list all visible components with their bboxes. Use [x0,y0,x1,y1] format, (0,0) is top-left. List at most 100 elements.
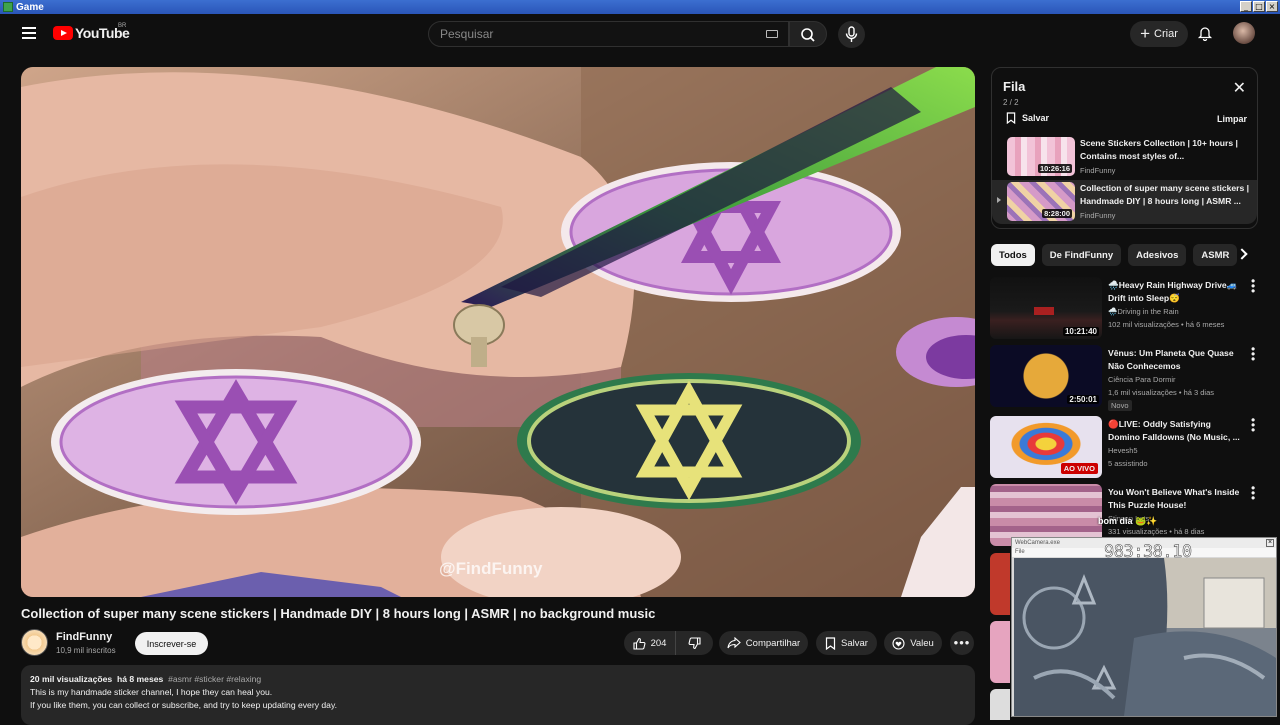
channel-subscribers: 10,9 mil inscritos [56,646,116,655]
recommendation-item[interactable]: AO VIVO 🔴LIVE: Oddly Satisfying Domino F… [990,414,1280,482]
queue-save-button[interactable]: Salvar [1006,112,1049,124]
share-icon [727,637,741,649]
queue-thumbnail: 8:28:00 [1007,182,1075,221]
chip-asmr[interactable]: ASMR [1193,244,1238,266]
search-button[interactable] [789,21,827,47]
description-line-2: If you like them, you can collect or sub… [30,700,337,710]
queue-title: Fila [1003,79,1026,94]
queue-thumbnail: 10:26:16 [1007,137,1075,176]
more-vertical-icon[interactable]: • • • [1251,275,1255,297]
country-code: BR [118,23,127,29]
view-count: 20 mil visualizações [30,674,113,684]
webcam-window: WebCamera.exe × File 983:38.10 [1011,537,1277,717]
share-button[interactable]: Compartilhar [719,631,808,655]
chip-stickers[interactable]: Adesivos [1128,244,1187,266]
bookmark-icon [1006,112,1016,124]
recommendation-meta: 102 mil visualizações • há 6 meses [1108,320,1225,329]
search-input[interactable]: Pesquisar [428,21,789,47]
channel-name[interactable]: FindFunny [56,631,112,643]
menu-icon[interactable] [22,27,36,39]
plus-icon: + [1140,24,1151,43]
thumbs-up-icon [633,637,646,650]
create-label: Criar [1154,28,1178,40]
minimize-button[interactable]: _ [1240,1,1252,12]
microphone-icon [845,26,858,42]
recommendation-title: 🔴LIVE: Oddly Satisfying Domino Falldowns… [1108,419,1240,442]
description-line-1: This is my handmade sticker channel, I h… [30,687,273,697]
queue-item-title: Collection of super many scene stickers … [1080,183,1250,206]
recommendation-item[interactable]: 2:50:01 Vênus: Um Planeta Que Quase Não … [990,343,1280,411]
more-actions-button[interactable]: ••• [950,631,974,655]
channel-avatar[interactable] [21,629,48,656]
subscribe-button[interactable]: Inscrever-se [135,632,208,655]
like-count: 204 [650,637,667,649]
user-avatar[interactable] [1233,22,1255,44]
window-titlebar: Game _ □ × [0,0,1280,14]
video-player[interactable]: @FindFunny [21,67,975,597]
bookmark-icon [825,636,836,650]
recommendation-thumbnail-partial[interactable] [990,689,1010,720]
maximize-button[interactable]: □ [1253,1,1265,12]
recommendation-meta: 1,6 mil visualizações • há 3 dias [1108,388,1215,397]
queue-item[interactable]: 10:26:16 Scene Stickers Collection | 10+… [992,135,1257,179]
recommendation-meta: 331 visualizações • há 8 dias [1108,527,1205,536]
thanks-button[interactable]: Valeu [884,631,942,655]
voice-search-button[interactable] [838,21,865,48]
video-frame [21,67,975,597]
chevron-right-icon[interactable] [1236,248,1248,260]
save-button[interactable]: Salvar [816,631,877,655]
video-watermark: @FindFunny [439,559,543,578]
recommendation-item[interactable]: 10:21:40 🌧️Heavy Rain Highway Drive🚙Drif… [990,275,1280,343]
recommendation-channel: Ciência Para Dormir [1108,375,1176,384]
queue-item-channel: FindFunny [1080,166,1116,175]
recommendation-duration: 2:50:01 [1067,395,1099,404]
new-badge: Novo [1108,400,1132,411]
queue-close-icon[interactable]: ✕ [1233,81,1246,97]
recommendation-thumbnail: 10:21:40 [990,277,1102,339]
queue-duration: 10:26:16 [1037,164,1072,173]
webcam-title: WebCamera.exe [1015,540,1060,546]
more-vertical-icon[interactable]: • • • [1251,343,1255,365]
recommendation-duration: 10:21:40 [1062,327,1099,336]
more-vertical-icon[interactable]: • • • [1251,414,1255,436]
recommendation-title: You Won't Believe What's Inside This Puz… [1108,487,1240,510]
youtube-play-icon [53,26,73,40]
window-title: Game [16,1,44,13]
close-window-button[interactable]: × [1266,1,1278,12]
webcam-close-icon[interactable]: × [1266,539,1274,547]
webcam-feed [1014,558,1276,716]
thanks-label: Valeu [910,637,934,649]
chip-from-channel[interactable]: De FindFunny [1041,244,1122,266]
more-vertical-icon[interactable]: • • • [1251,482,1255,504]
filter-chips: Todos De FindFunny Adesivos ASMR [991,244,1238,266]
recommendation-title: 🌧️Heavy Rain Highway Drive🚙Drift into Sl… [1108,280,1238,303]
hashtags[interactable]: #asmr #sticker #relaxing [168,674,261,684]
queue-item-current[interactable]: 8:28:00 Collection of super many scene s… [992,180,1257,224]
notifications-bell-icon[interactable] [1197,25,1213,41]
keyboard-icon[interactable] [766,30,778,38]
queue-clear-button[interactable]: Limpar [1217,114,1247,124]
recommendation-thumbnail-partial[interactable] [990,553,1010,615]
thanks-heart-icon [892,636,905,650]
like-button[interactable]: 204 [624,631,675,655]
search-placeholder: Pesquisar [440,27,494,41]
stream-chat-overlay: bom dia 🐸✨ [1098,516,1158,526]
recommendation-thumbnail: AO VIVO [990,416,1102,478]
description-box[interactable]: 20 mil visualizações há 8 meses #asmr #s… [21,665,975,725]
live-badge: AO VIVO [1060,463,1098,474]
recommendation-thumbnail-partial[interactable] [990,621,1010,683]
youtube-logo[interactable]: YouTube BR [53,23,130,41]
upload-age: há 8 meses [116,674,164,684]
queue-duration: 8:28:00 [1042,209,1072,218]
more-horizontal-icon: ••• [953,635,971,650]
share-label: Compartilhar [745,637,801,649]
queue-item-title: Scene Stickers Collection | 10+ hours | … [1080,138,1238,161]
save-label: Salvar [841,637,868,649]
dislike-button[interactable] [675,631,713,655]
recommendation-channel: 🌧️Driving in the Rain [1108,307,1179,316]
queue-item-channel: FindFunny [1080,211,1116,220]
chip-all[interactable]: Todos [991,244,1035,266]
create-button[interactable]: + Criar [1130,21,1188,47]
youtube-header: YouTube BR Pesquisar + Criar [0,14,1280,54]
recommendation-title: Vênus: Um Planeta Que Quase Não Conhecem… [1108,348,1234,371]
